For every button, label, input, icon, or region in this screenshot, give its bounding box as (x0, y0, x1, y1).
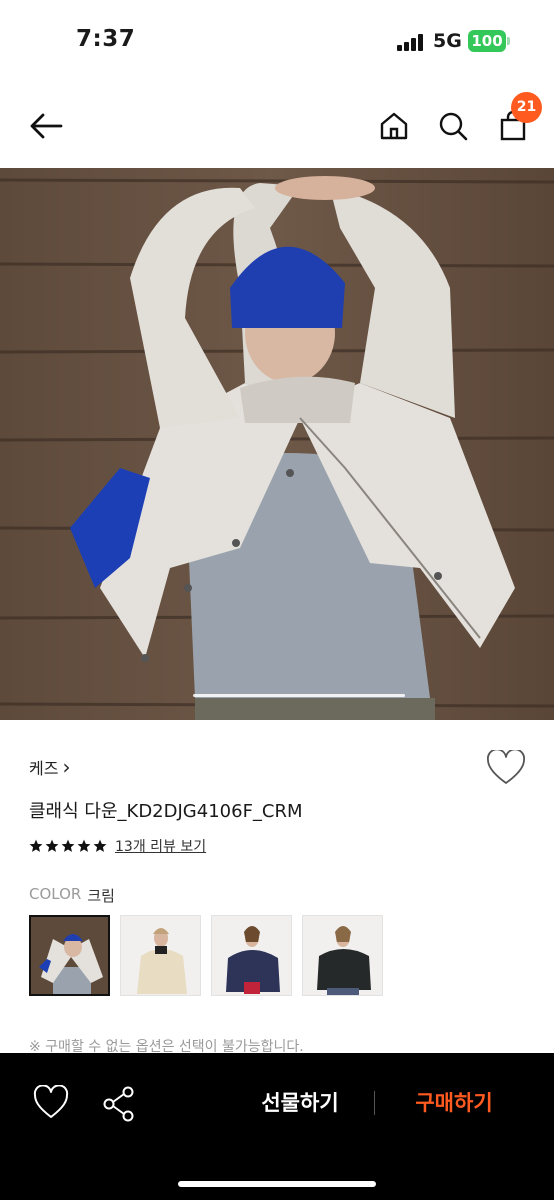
brand-name: 케즈 (29, 759, 59, 778)
rating-row: 13개 리뷰 보기 (29, 836, 206, 856)
color-row: COLOR 크림 (29, 885, 115, 906)
search-button[interactable] (431, 104, 475, 148)
rating-stars (29, 839, 107, 853)
swatch-black[interactable] (302, 915, 383, 996)
product-name: 클래식 다운_KD2DJG4106F_CRM (29, 801, 303, 822)
home-indicator (178, 1181, 376, 1187)
star-icon (61, 839, 75, 852)
star-icon (77, 839, 91, 852)
battery-tip (507, 37, 510, 45)
star-icon (45, 839, 59, 852)
swatch-cream-image (31, 917, 108, 994)
color-swatches (29, 915, 383, 996)
brand-link[interactable]: 케즈 › (29, 755, 70, 779)
chevron-right-icon: › (62, 755, 71, 779)
search-icon (439, 112, 468, 141)
arrow-left-icon (30, 113, 63, 139)
swatch-cream[interactable] (29, 915, 110, 996)
home-icon (380, 112, 408, 140)
back-button[interactable] (24, 104, 68, 148)
swatch-navy[interactable] (211, 915, 292, 996)
nav-bar (0, 84, 554, 168)
product-photo (0, 168, 554, 720)
review-link[interactable]: 13개 리뷰 보기 (115, 836, 206, 856)
color-label: COLOR (29, 885, 82, 903)
swatch-beige-image (121, 916, 200, 995)
share-icon (103, 1086, 134, 1122)
battery-icon: 100 (468, 30, 506, 52)
status-bar: 7:37 5G 100 (0, 0, 554, 84)
star-icon (93, 839, 107, 852)
signal-icon (397, 33, 427, 51)
gift-button[interactable]: 선물하기 (240, 1087, 360, 1117)
product-image[interactable] (0, 168, 554, 720)
status-time: 7:37 (76, 26, 136, 52)
home-button[interactable] (372, 104, 416, 148)
color-value: 크림 (87, 887, 115, 905)
cart-badge: 21 (511, 92, 542, 123)
swatch-black-image (303, 916, 382, 995)
share-button[interactable] (100, 1085, 138, 1123)
wishlist-button[interactable] (486, 748, 526, 786)
carousel-indicator (193, 694, 405, 697)
heart-icon (33, 1084, 69, 1118)
heart-icon (487, 748, 525, 784)
buy-button[interactable]: 구매하기 (396, 1087, 512, 1117)
bottom-wishlist-button[interactable] (32, 1084, 70, 1121)
divider (374, 1091, 375, 1115)
swatch-navy-image (212, 916, 291, 995)
swatch-beige[interactable] (120, 915, 201, 996)
network-type: 5G (433, 30, 462, 52)
bottom-action-bar: 선물하기 구매하기 (0, 1053, 554, 1200)
star-icon (29, 839, 43, 852)
